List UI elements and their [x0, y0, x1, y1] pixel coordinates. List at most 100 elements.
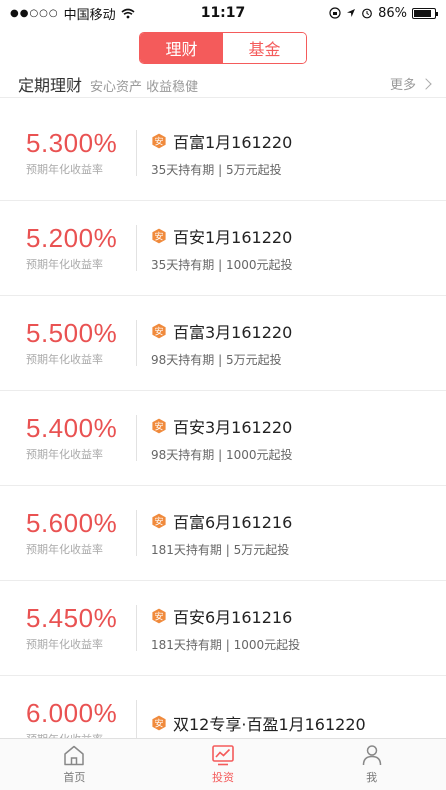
product-name: 百富1月161220	[173, 132, 293, 152]
product-row[interactable]: 5.600% 预期年化收益率 安 百富6月161216 181天持有期 | 5万…	[0, 486, 446, 581]
product-terms: 181天持有期 | 1000元起投	[151, 637, 301, 652]
rate-column: 6.000% 预期年化收益率	[0, 699, 136, 738]
rate-label: 预期年化收益率	[26, 448, 103, 462]
product-name: 百富3月161220	[173, 322, 293, 342]
rate-value: 5.600%	[26, 507, 118, 538]
product-terms: 98天持有期 | 5万元起投	[151, 352, 282, 367]
row-divider	[136, 510, 137, 556]
svg-text:安: 安	[154, 717, 163, 729]
product-list[interactable]: 5.300% 预期年化收益率 安 百富1月161220 35天持有期 | 5万元…	[0, 106, 446, 738]
info-column: 安 百富6月161216 181天持有期 | 5万元起投	[151, 509, 292, 558]
section-header: 定期理财 安心资产 收益稳健 更多	[0, 70, 446, 98]
rate-value: 5.300%	[26, 127, 118, 158]
battery-icon	[412, 7, 438, 19]
product-row[interactable]: 5.400% 预期年化收益率 安 百安3月161220 98天持有期 | 100…	[0, 391, 446, 486]
chart-icon	[212, 745, 234, 766]
svg-text:安: 安	[154, 420, 163, 432]
product-row[interactable]: 5.200% 预期年化收益率 安 百安1月161220 35天持有期 | 100…	[0, 201, 446, 296]
product-name: 双12专享·百盈1月161220	[173, 715, 366, 734]
row-divider	[136, 605, 137, 651]
alarm-icon	[362, 8, 372, 19]
location-icon	[347, 9, 356, 17]
rate-column: 5.450% 预期年化收益率	[0, 604, 136, 653]
app-screen: ●●○○○ 中国移动 11:17 86% 理财 基金 定期理财 安心资产 收益稳…	[0, 0, 446, 790]
tab-me-label: 我	[366, 771, 378, 784]
safe-badge-icon: 安	[152, 418, 166, 433]
battery-fill	[414, 9, 432, 17]
name-line: 安 百富6月161216	[151, 509, 292, 533]
safe-badge-icon: 安	[152, 513, 166, 528]
name-line: 安 百富3月161220	[151, 319, 292, 343]
tab-invest[interactable]: 投资	[149, 739, 298, 790]
name-line: 安 百安3月161220	[151, 414, 292, 438]
info-column: 安 百安3月161220 98天持有期 | 1000元起投	[151, 414, 292, 463]
rate-value: 5.500%	[26, 317, 118, 348]
name-line: 安 百安6月161216	[151, 604, 300, 628]
product-name: 百安6月161216	[173, 607, 293, 627]
info-column: 安 百富1月161220 35天持有期 | 5万元起投	[151, 129, 292, 178]
safe-badge-icon: 安	[152, 608, 166, 623]
name-line: 安 双12专享·百盈1月161220	[151, 711, 366, 735]
product-row[interactable]: 5.500% 预期年化收益率 安 百富3月161220 98天持有期 | 5万元…	[0, 296, 446, 391]
person-icon	[362, 745, 381, 766]
rate-column: 5.500% 预期年化收益率	[0, 319, 136, 368]
svg-text:安: 安	[154, 135, 163, 147]
product-row[interactable]: 5.300% 预期年化收益率 安 百富1月161220 35天持有期 | 5万元…	[0, 106, 446, 201]
rate-value: 5.200%	[26, 222, 118, 253]
info-column: 安 双12专享·百盈1月161220	[151, 711, 366, 735]
product-row[interactable]: 6.000% 预期年化收益率 安 双12专享·百盈1月161220	[0, 676, 446, 738]
svg-text:安: 安	[154, 610, 163, 622]
rate-value: 5.400%	[26, 412, 118, 443]
product-terms: 35天持有期 | 5万元起投	[151, 162, 282, 177]
info-column: 安 百安1月161220 35天持有期 | 1000元起投	[151, 224, 292, 273]
safe-badge-icon: 安	[152, 323, 166, 338]
rate-label: 预期年化收益率	[26, 163, 103, 177]
product-terms: 181天持有期 | 5万元起投	[151, 542, 290, 557]
more-link[interactable]: 更多	[389, 74, 432, 93]
tab-me[interactable]: 我	[297, 739, 446, 790]
row-divider	[136, 415, 137, 461]
status-left: ●●○○○ 中国移动	[10, 4, 135, 23]
tab-home[interactable]: 首页	[0, 739, 149, 790]
svg-text:安: 安	[154, 325, 163, 337]
rate-column: 5.200% 预期年化收益率	[0, 224, 136, 273]
product-terms: 98天持有期 | 1000元起投	[151, 447, 293, 462]
section-title: 定期理财	[18, 75, 83, 95]
info-column: 安 百富3月161220 98天持有期 | 5万元起投	[151, 319, 292, 368]
rate-label: 预期年化收益率	[26, 638, 103, 652]
section-title-group: 定期理财 安心资产 收益稳健	[18, 72, 198, 96]
status-bar: ●●○○○ 中国移动 11:17 86%	[0, 0, 446, 26]
rate-column: 5.400% 预期年化收益率	[0, 414, 136, 463]
safe-badge-icon: 安	[152, 133, 166, 148]
tab-invest-label: 投资	[212, 771, 234, 784]
tab-jijin[interactable]: 基金	[223, 33, 306, 63]
name-line: 安 百安1月161220	[151, 224, 292, 248]
product-name: 百安3月161220	[173, 417, 293, 437]
info-column: 安 百安6月161216 181天持有期 | 1000元起投	[151, 604, 300, 653]
product-row[interactable]: 5.450% 预期年化收益率 安 百安6月161216 181天持有期 | 10…	[0, 581, 446, 676]
wifi-icon	[121, 8, 135, 18]
battery-percent: 86%	[378, 5, 407, 21]
more-label: 更多	[389, 78, 416, 93]
tab-home-label: 首页	[63, 771, 86, 784]
row-divider	[136, 130, 137, 176]
safe-badge-icon: 安	[152, 228, 166, 243]
carrier-name: 中国移动	[63, 7, 116, 23]
name-line: 安 百富1月161220	[151, 129, 292, 153]
product-name: 百安1月161220	[173, 227, 293, 247]
rotation-lock-icon	[329, 7, 341, 19]
segmented-control: 理财 基金	[139, 32, 307, 64]
rate-column: 5.300% 预期年化收益率	[0, 129, 136, 178]
row-divider	[136, 320, 137, 366]
rate-label: 预期年化收益率	[26, 543, 103, 557]
rate-value: 6.000%	[26, 697, 118, 728]
top-switch: 理财 基金	[0, 26, 446, 70]
safe-badge-icon: 安	[152, 715, 166, 731]
tab-licai[interactable]: 理财	[140, 33, 223, 63]
signal-icon: ●●○○○	[10, 7, 59, 19]
svg-text:安: 安	[154, 230, 163, 242]
tab-bar: 首页 投资 我	[0, 738, 446, 790]
home-icon	[64, 745, 85, 766]
chevron-right-icon	[420, 77, 432, 90]
rate-label: 预期年化收益率	[26, 258, 103, 272]
